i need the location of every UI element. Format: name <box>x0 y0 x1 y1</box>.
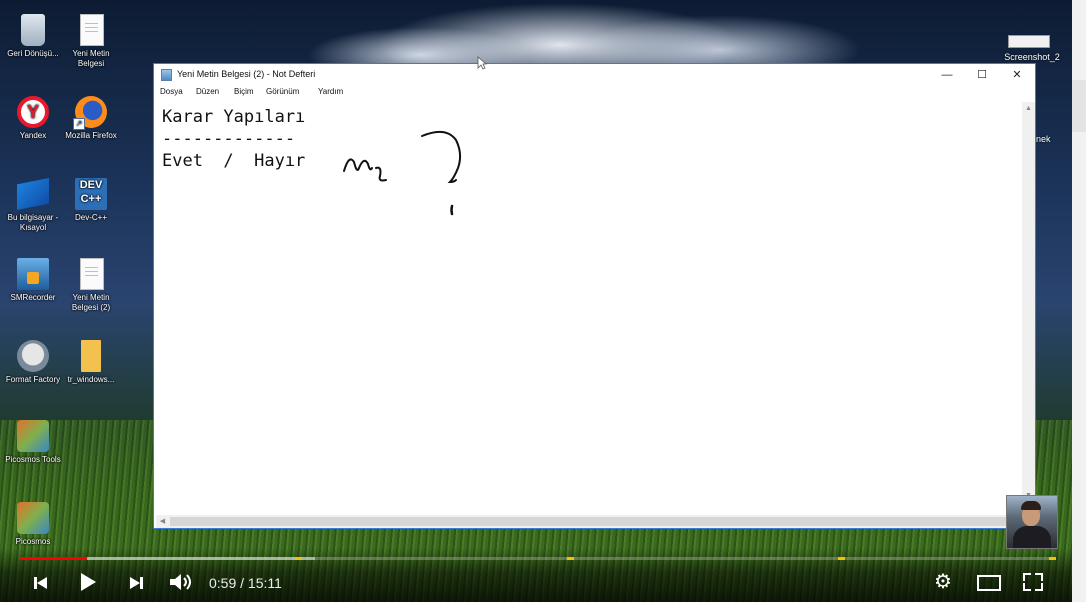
desktop-icon-picosmos-tools[interactable]: Picosmos Tools <box>2 420 64 465</box>
desktop-icon-dev-cpp[interactable]: DEV C++ Dev-C++ <box>60 178 122 223</box>
page-edge-tab <box>1072 80 1086 132</box>
desktop-icon-yandex[interactable]: Y Yandex <box>2 96 64 141</box>
window-title: Yeni Metin Belgesi (2) - Not Defteri <box>177 69 316 79</box>
desktop-icon-label: SMRecorder <box>10 293 56 302</box>
chapter-marker <box>838 557 846 560</box>
firefox-icon: ↗ <box>73 96 107 130</box>
this-pc-icon <box>17 178 49 210</box>
horizontal-scrollbar[interactable]: ◀ <box>156 515 1022 528</box>
dev-cpp-icon: DEV C++ <box>75 178 107 210</box>
picosmos-icon <box>17 420 49 452</box>
scroll-up-arrow-icon[interactable]: ▲ <box>1022 102 1035 115</box>
play-icon <box>81 573 96 591</box>
recycle-bin-icon <box>21 14 45 46</box>
volume-icon <box>170 574 191 590</box>
desktop-icon-recycle-bin[interactable]: Geri Dönüşü... <box>2 14 64 59</box>
time-separator: / <box>236 575 248 591</box>
desktop-icon-label: Yandex <box>19 131 47 140</box>
menu-edit[interactable]: Düzen <box>196 87 219 96</box>
desktop-icon-label: nek <box>1036 134 1051 144</box>
notepad-window[interactable]: Yeni Metin Belgesi (2) - Not Defteri — ☐… <box>153 63 1036 529</box>
player-controls: 0:59 / 15:11 ⚙ <box>0 548 1072 602</box>
document-text[interactable]: Karar Yapıları ------------- Evet / Hayı… <box>162 106 305 172</box>
desktop-icon-picosmos[interactable]: Picosmos <box>2 502 64 547</box>
mouse-cursor-icon <box>477 56 487 70</box>
desktop-icon-label: tr_windows... <box>67 375 115 384</box>
chapter-marker <box>567 557 574 560</box>
title-bar[interactable]: Yeni Metin Belgesi (2) - Not Defteri — ☐… <box>154 64 1035 86</box>
horizontal-scroll-thumb[interactable] <box>170 517 1006 526</box>
desktop-icon-label: Yeni Metin Belgesi <box>72 49 110 68</box>
desktop-background: Geri Dönüşü... Yeni Metin Belgesi Y Yand… <box>0 0 1072 602</box>
volume-button[interactable] <box>168 570 194 594</box>
close-button[interactable]: ✕ <box>1000 64 1034 86</box>
next-icon-bar <box>140 577 143 589</box>
previous-button[interactable] <box>32 572 52 594</box>
menu-format[interactable]: Biçim <box>234 87 254 96</box>
time-display: 0:59 / 15:11 <box>209 575 282 591</box>
minimize-button[interactable]: — <box>930 64 964 86</box>
format-factory-icon <box>17 340 49 372</box>
page-edge <box>1072 0 1086 602</box>
fullscreen-icon-corner <box>1035 583 1043 591</box>
total-duration: 15:11 <box>247 575 282 591</box>
notepad-app-icon <box>161 69 172 81</box>
menu-view[interactable]: Görünüm <box>266 87 299 96</box>
shortcut-arrow-icon: ↗ <box>73 118 85 130</box>
desktop-icon-label: Mozilla Firefox <box>65 131 117 140</box>
theater-mode-button[interactable] <box>976 572 1002 592</box>
desktop-icon-tr-windows-folder[interactable]: tr_windows... <box>60 340 122 385</box>
fullscreen-icon <box>1023 573 1031 581</box>
desktop-icon-this-pc[interactable]: Bu bilgisayar - Kısayol <box>2 178 64 233</box>
desktop-icon-firefox[interactable]: ↗ Mozilla Firefox <box>60 96 122 141</box>
play-button[interactable] <box>78 570 100 594</box>
desktop-icon-smrecorder[interactable]: SMRecorder <box>2 258 64 303</box>
progress-bar[interactable] <box>20 557 1056 560</box>
menu-file[interactable]: Dosya <box>160 87 183 96</box>
menu-help[interactable]: Yardım <box>318 87 343 96</box>
fullscreen-button[interactable] <box>1021 571 1045 593</box>
desktop-icon-new-text-document[interactable]: Yeni Metin Belgesi <box>60 14 122 69</box>
desktop-icon-new-text-document-2[interactable]: Yeni Metin Belgesi (2) <box>60 258 122 313</box>
text-document-icon <box>80 258 104 290</box>
theater-mode-icon <box>977 575 1001 591</box>
progress-played <box>20 557 88 560</box>
presenter-hair <box>1021 501 1041 510</box>
desktop-icon-label: Dev-C++ <box>74 213 107 222</box>
webcam-overlay <box>1006 495 1058 549</box>
picosmos-icon <box>17 502 49 534</box>
previous-icon-triangle <box>37 577 47 589</box>
fullscreen-icon-corner <box>1023 583 1031 591</box>
text-editor-area[interactable]: Karar Yapıları ------------- Evet / Hayı… <box>156 102 1022 515</box>
chapter-marker <box>1049 557 1056 560</box>
screenshot-icon[interactable] <box>1008 35 1050 48</box>
text-document-icon <box>80 14 104 46</box>
presenter-body <box>1013 526 1051 548</box>
chapter-marker <box>294 557 302 560</box>
next-icon <box>130 577 140 589</box>
desktop-icon-label: Bu bilgisayar - Kısayol <box>7 213 59 232</box>
settings-gear-icon[interactable]: ⚙ <box>931 570 955 594</box>
desktop-icon-label: Geri Dönüşü... <box>7 49 59 58</box>
maximize-button[interactable]: ☐ <box>965 64 999 86</box>
desktop-icon-label: Picosmos <box>15 537 51 546</box>
desktop-icon-label: Format Factory <box>5 375 61 384</box>
fullscreen-icon-corner <box>1035 573 1043 581</box>
video-player[interactable]: Geri Dönüşü... Yeni Metin Belgesi Y Yand… <box>0 0 1086 602</box>
desktop-icon-label: Picosmos Tools <box>5 455 61 464</box>
desktop-icon-label: Yeni Metin Belgesi (2) <box>71 293 111 312</box>
desktop-icon-label: Screenshot_2 <box>1004 52 1060 62</box>
current-time: 0:59 <box>209 575 237 591</box>
next-button[interactable] <box>127 572 147 594</box>
desktop-icon-format-factory[interactable]: Format Factory <box>2 340 64 385</box>
scroll-left-arrow-icon[interactable]: ◀ <box>156 515 169 528</box>
menu-bar: Dosya Düzen Biçim Görünüm Yardım <box>154 86 1035 100</box>
vertical-scrollbar[interactable]: ▲ ▼ <box>1022 102 1035 515</box>
yandex-browser-icon: Y <box>17 96 49 128</box>
folder-icon <box>81 340 101 372</box>
smrecorder-icon <box>17 258 49 290</box>
